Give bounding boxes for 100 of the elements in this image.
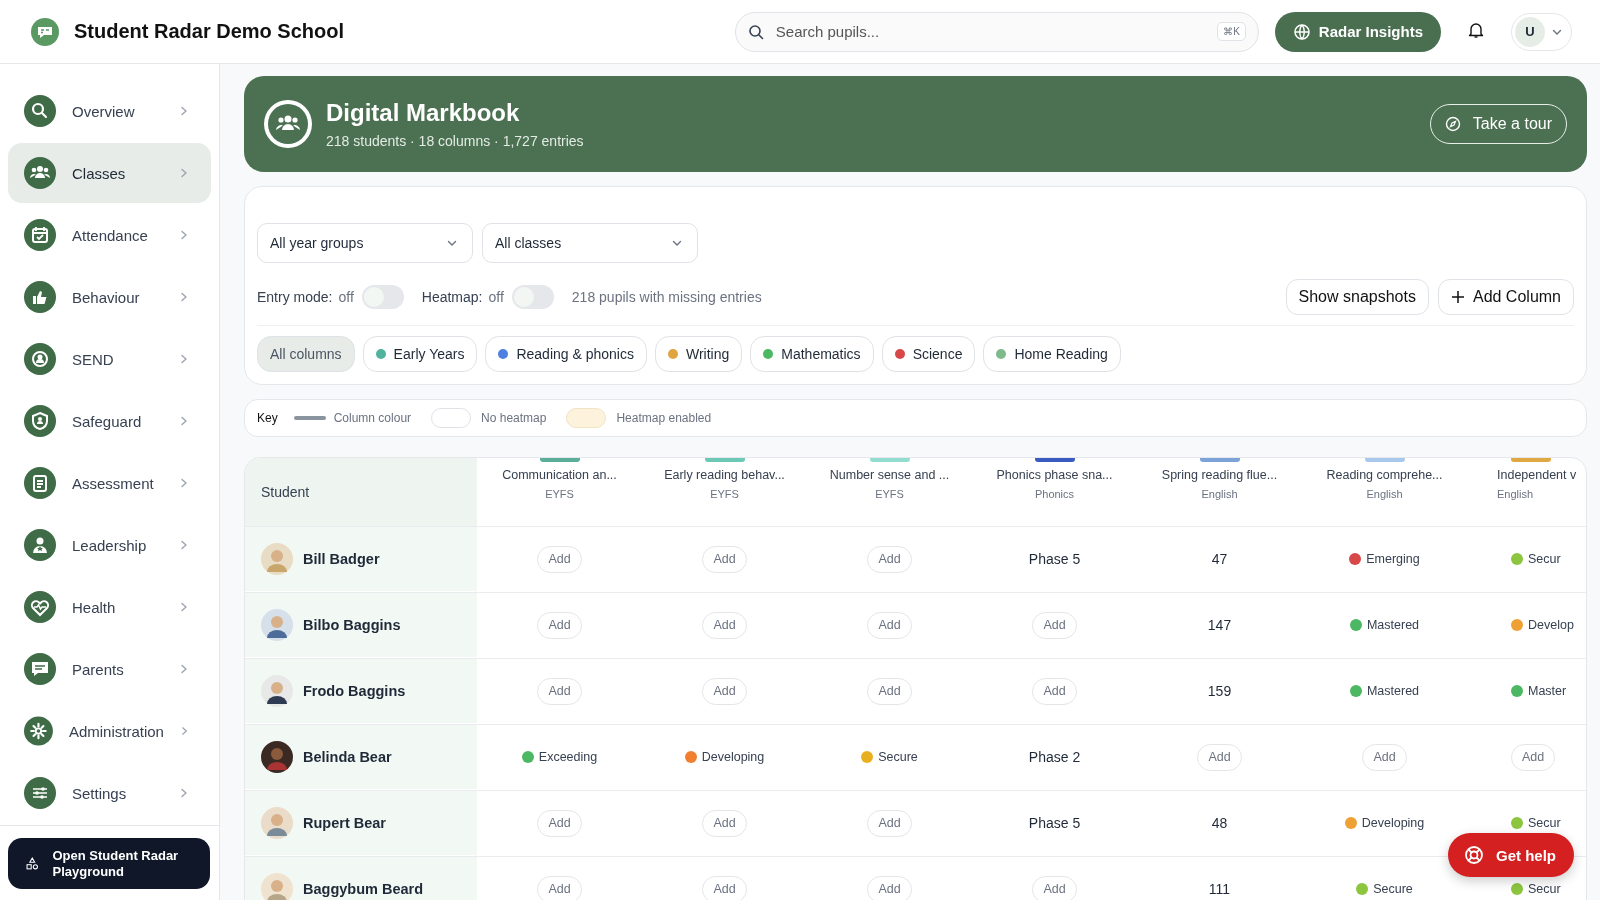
avatar-icon xyxy=(261,807,293,839)
add-entry-button[interactable]: Add xyxy=(1511,743,1556,771)
add-entry-button[interactable]: Add xyxy=(537,809,582,837)
user-menu[interactable]: U xyxy=(1511,12,1572,51)
column-heading: Independent v xyxy=(1497,468,1577,482)
sliders-icon xyxy=(24,777,56,809)
mark-value: Phase 2 xyxy=(1028,749,1081,765)
chevron-icon xyxy=(179,354,189,364)
add-entry-button[interactable]: Add xyxy=(702,809,747,837)
people-icon xyxy=(262,98,314,150)
toggle-switch[interactable] xyxy=(511,285,554,309)
radar-insights-button[interactable]: Radar Insights xyxy=(1274,11,1441,52)
add-column-button[interactable]: Add Column xyxy=(1437,279,1574,315)
column-heading: Reading comprehe... xyxy=(1326,468,1443,482)
add-entry-button[interactable]: Add xyxy=(537,875,582,900)
sidebar-item[interactable]: Leadership xyxy=(8,515,211,575)
mark-value: 47 xyxy=(1211,551,1228,567)
avatar-icon xyxy=(261,609,293,641)
status-label: Secur xyxy=(1528,882,1561,896)
sidebar-item[interactable]: Parents xyxy=(8,639,211,699)
sidebar-item[interactable]: Assessment xyxy=(8,453,211,513)
filter-chip[interactable]: All columns xyxy=(257,336,355,372)
student-name: Belinda Bear xyxy=(303,749,392,765)
filter-chip[interactable]: Reading & phonics xyxy=(485,336,647,372)
bell-icon xyxy=(1467,20,1485,39)
globe-icon xyxy=(1292,22,1311,41)
filter-chip[interactable]: Early Years xyxy=(362,336,478,372)
search-input[interactable]: Search pupils... xyxy=(773,22,1208,41)
status-label: Develop xyxy=(1528,618,1574,632)
status-label: Developing xyxy=(701,750,765,764)
user-avatar: U xyxy=(1515,16,1545,47)
toggle-state: off xyxy=(338,289,354,305)
column-heading: Communication an... xyxy=(502,468,617,482)
dropdown[interactable]: All year groups xyxy=(257,223,473,263)
filter-chip[interactable]: Mathematics xyxy=(750,336,874,372)
add-entry-button[interactable]: Add xyxy=(537,677,582,705)
toggle-switch[interactable] xyxy=(361,285,404,309)
column-group: EYFS xyxy=(710,488,739,500)
add-entry-button[interactable]: Add xyxy=(1362,743,1407,771)
sidebar-item[interactable]: Settings xyxy=(8,763,211,823)
avatar-icon xyxy=(261,543,293,575)
status-label: Secur xyxy=(1528,816,1561,830)
sidebar-item[interactable]: Classes xyxy=(8,143,211,203)
sidebar-item[interactable]: Administration xyxy=(8,701,211,761)
column-group: EYFS xyxy=(875,488,904,500)
get-help-button[interactable]: Get help xyxy=(1448,833,1574,877)
sidebar-item[interactable]: SEND xyxy=(8,329,211,389)
column-heading: Phonics phase sna... xyxy=(996,468,1113,482)
add-entry-button[interactable]: Add xyxy=(537,545,582,573)
avatar-icon xyxy=(261,675,293,707)
add-entry-button[interactable]: Add xyxy=(702,545,747,573)
add-entry-button[interactable]: Add xyxy=(1197,743,1242,771)
chevron-icon xyxy=(179,602,189,612)
sidebar-item[interactable]: Attendance xyxy=(8,205,211,265)
add-entry-button[interactable]: Add xyxy=(1032,875,1077,900)
search-icon xyxy=(24,95,56,127)
dropdown[interactable]: All classes xyxy=(482,223,698,263)
filter-chip[interactable]: Writing xyxy=(654,336,743,372)
school-name: Student Radar Demo School xyxy=(74,20,345,43)
add-entry-button[interactable]: Add xyxy=(702,677,747,705)
add-entry-button[interactable]: Add xyxy=(867,545,912,573)
avatar-icon xyxy=(261,741,293,773)
status-label: Mastered xyxy=(1366,618,1420,632)
add-entry-button[interactable]: Add xyxy=(702,611,747,639)
toggle-label: Entry mode: xyxy=(257,289,333,305)
snapshots-button[interactable]: Show snapshots xyxy=(1285,279,1429,315)
student-name: Rupert Bear xyxy=(303,815,386,831)
sidebar-item[interactable]: Safeguard xyxy=(8,391,211,451)
calendar-icon xyxy=(24,219,56,251)
playground-button[interactable]: Open Student Radar Playground xyxy=(8,838,210,889)
mark-value: 159 xyxy=(1207,683,1232,699)
key-label: No heatmap xyxy=(481,411,547,425)
thumbs-up-icon xyxy=(24,281,56,313)
status-label: Secur xyxy=(1528,552,1561,566)
compass-icon xyxy=(1444,116,1461,132)
chevron-icon xyxy=(179,106,189,116)
student-name: Baggybum Beard xyxy=(303,881,424,897)
search-bar[interactable]: Search pupils... ⌘K xyxy=(734,11,1259,52)
shortcut-hint: ⌘K xyxy=(1217,22,1246,41)
column-group: Phonics xyxy=(1034,488,1075,500)
add-entry-button[interactable]: Add xyxy=(867,809,912,837)
filter-chip[interactable]: Home Reading xyxy=(983,336,1121,372)
sidebar-item[interactable]: Health xyxy=(8,577,211,637)
add-entry-button[interactable]: Add xyxy=(702,875,747,900)
add-entry-button[interactable]: Add xyxy=(867,875,912,900)
chevron-icon xyxy=(179,416,189,426)
add-entry-button[interactable]: Add xyxy=(867,611,912,639)
status-label: Mastered xyxy=(1366,684,1420,698)
student-name: Bill Badger xyxy=(303,551,380,567)
add-entry-button[interactable]: Add xyxy=(867,677,912,705)
search-icon xyxy=(747,23,764,40)
sidebar-item[interactable]: Overview xyxy=(8,81,211,141)
filter-chip[interactable]: Science xyxy=(881,336,976,372)
column-heading: Student xyxy=(245,458,477,526)
status-label: Exceeding xyxy=(538,750,598,764)
add-entry-button[interactable]: Add xyxy=(1032,677,1077,705)
add-entry-button[interactable]: Add xyxy=(537,611,582,639)
chevron-icon xyxy=(179,726,189,736)
add-entry-button[interactable]: Add xyxy=(1032,611,1077,639)
sidebar-item[interactable]: Behaviour xyxy=(8,267,211,327)
